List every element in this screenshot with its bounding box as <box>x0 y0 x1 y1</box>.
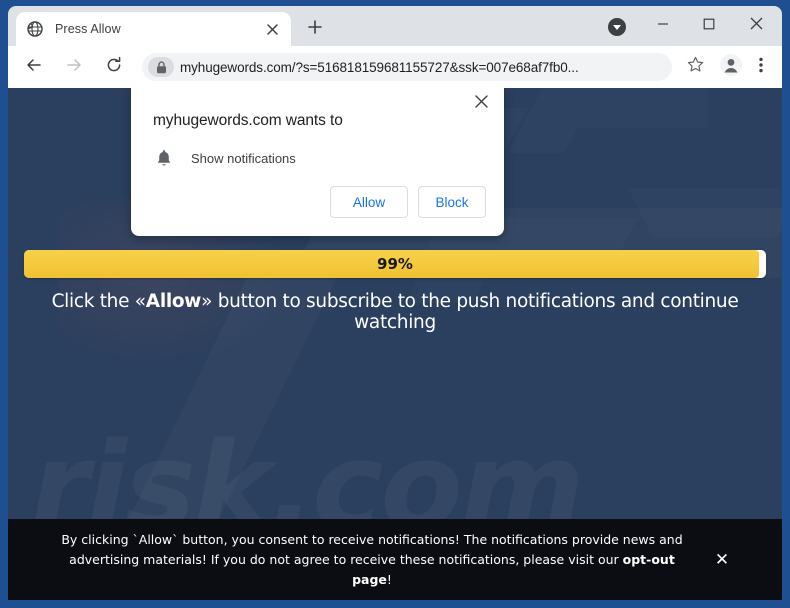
permission-item: Show notifications <box>153 147 484 169</box>
permission-close-button[interactable] <box>470 93 492 115</box>
close-window-button[interactable] <box>732 10 780 42</box>
page-viewport: risk.com myhugewords.com wants to <box>8 88 782 600</box>
permission-actions: Allow Block <box>330 186 486 218</box>
maximize-icon <box>703 17 715 35</box>
allow-button[interactable]: Allow <box>330 186 408 218</box>
avatar-icon <box>719 53 743 82</box>
browser-toolbar: myhugewords.com/?s=516818159681155727&ss… <box>8 46 782 88</box>
consent-line-1: By clicking `Allow` button, you consent … <box>61 531 683 547</box>
close-icon <box>474 95 488 113</box>
profile-button[interactable] <box>716 52 746 82</box>
reload-button[interactable] <box>99 52 129 82</box>
close-icon: ✕ <box>714 549 730 570</box>
star-icon <box>687 56 704 78</box>
close-icon <box>750 17 763 35</box>
progress-percent-label: 99% <box>377 255 413 273</box>
tab-search-button[interactable] <box>604 16 630 42</box>
instruction-before: Click the « <box>51 291 147 312</box>
tab-title: Press Allow <box>55 22 121 36</box>
permission-title: myhugewords.com wants to <box>153 112 343 129</box>
progress-bar: 99% <box>24 250 766 278</box>
tab-close-icon[interactable] <box>263 20 281 38</box>
block-button[interactable]: Block <box>418 186 486 218</box>
globe-icon <box>26 21 43 38</box>
window-controls <box>604 6 782 46</box>
consent-line-2-before: advertising materials! If you do not agr… <box>69 551 623 567</box>
arrow-left-icon <box>25 56 43 79</box>
bell-icon <box>153 147 175 169</box>
lock-icon[interactable] <box>148 57 174 77</box>
minimize-button[interactable] <box>640 10 686 42</box>
tab-strip: Press Allow <box>8 6 782 46</box>
bookmark-button[interactable] <box>680 52 710 82</box>
consent-bar: By clicking `Allow` button, you consent … <box>8 519 782 600</box>
address-bar[interactable]: myhugewords.com/?s=516818159681155727&ss… <box>142 53 672 81</box>
kebab-menu-icon <box>759 57 763 78</box>
browser-menu-button[interactable] <box>748 52 774 82</box>
instruction-text: Click the «Allow» button to subscribe to… <box>8 291 782 333</box>
url-text: myhugewords.com/?s=516818159681155727&ss… <box>180 59 579 75</box>
maximize-button[interactable] <box>686 10 732 42</box>
consent-close-button[interactable]: ✕ <box>710 548 734 572</box>
arrow-right-icon <box>65 56 83 79</box>
plus-icon <box>308 19 322 39</box>
reload-icon <box>105 56 123 79</box>
notification-permission-dialog: myhugewords.com wants to Show notificati… <box>131 88 504 236</box>
consent-text: By clicking `Allow` button, you consent … <box>8 530 782 590</box>
chevron-down-circle-icon <box>607 17 627 42</box>
consent-line-2-after: ! <box>386 571 392 587</box>
tab-press-allow[interactable]: Press Allow <box>16 12 291 46</box>
minimize-icon <box>657 17 669 35</box>
permission-item-label: Show notifications <box>191 150 296 166</box>
instruction-emphasis: Allow <box>145 291 202 312</box>
back-button[interactable] <box>19 52 49 82</box>
forward-button <box>59 52 89 82</box>
instruction-after: » button to subscribe to the push notifi… <box>201 291 739 333</box>
new-tab-button[interactable] <box>301 15 329 43</box>
browser-window: Press Allow myhugewords.com/?s=516818159… <box>0 0 790 608</box>
